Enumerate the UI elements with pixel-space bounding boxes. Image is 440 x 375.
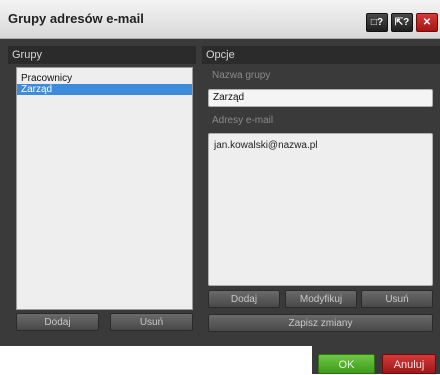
modify-email-button[interactable]: Modyfikuj [285,290,357,308]
email-item[interactable]: jan.kowalski@nazwa.pl [209,134,432,151]
ok-button[interactable]: OK [318,354,375,374]
screen-help-icon: □? [370,17,384,28]
groups-panel-header: Grupy [8,46,196,64]
email-groups-dialog: Grupy adresów e-mail □? ⇱? ✕ Grupy Praco… [0,0,440,346]
remove-email-button[interactable]: Usuń [361,290,433,308]
close-icon: ✕ [422,17,432,28]
emails-label: Adresy e-mail [212,115,274,126]
cancel-button[interactable]: Anuluj [382,354,436,374]
save-changes-button[interactable]: Zapisz zmiany [208,314,433,332]
group-name-field[interactable]: Zarząd [208,89,433,107]
context-help-button[interactable]: ⇱? [391,13,413,32]
screenshot-help-button[interactable]: □? [366,13,388,32]
options-panel-header: Opcje [202,46,440,64]
remove-group-button[interactable]: Usuń [110,313,193,331]
list-item-selected[interactable]: Zarząd [17,84,192,95]
dialog-title: Grupy adresów e-mail [8,11,144,26]
close-button[interactable]: ✕ [416,13,438,32]
add-email-button[interactable]: Dodaj [208,290,280,308]
groups-list[interactable]: Pracownicy Zarząd [16,67,193,310]
add-group-button[interactable]: Dodaj [16,313,99,331]
pointer-help-icon: ⇱? [394,17,410,28]
title-bar: Grupy adresów e-mail □? ⇱? ✕ [0,0,440,39]
group-name-label: Nazwa grupy [212,70,271,81]
emails-list[interactable]: jan.kowalski@nazwa.pl [208,133,433,286]
list-item[interactable]: Pracownicy [17,73,192,84]
